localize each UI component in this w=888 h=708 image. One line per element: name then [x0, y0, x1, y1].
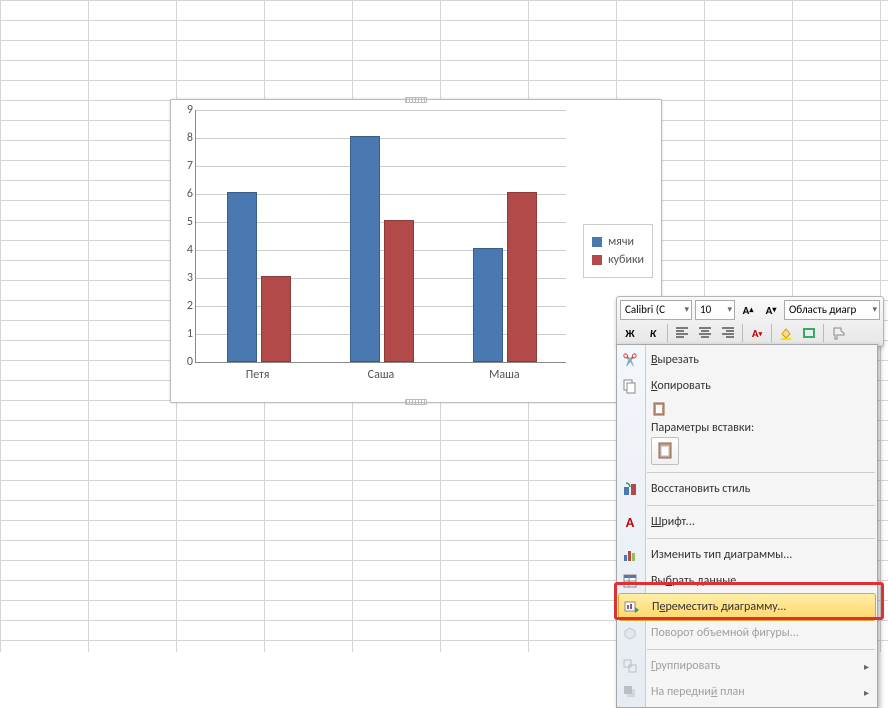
font-color-button[interactable]: A▾	[747, 323, 767, 343]
bold-button[interactable]: Ж	[620, 323, 640, 343]
scissors-icon: ✂️	[621, 351, 639, 369]
font-size-select[interactable]: 10	[695, 300, 735, 320]
menu-3d-rotation: Поворот объемной фигуры...	[617, 620, 877, 646]
menu-label: Группировать	[651, 659, 720, 673]
legend-item[interactable]: кубики	[592, 253, 644, 267]
grow-font-button[interactable]: A▴	[738, 300, 758, 320]
menu-label: Копировать	[651, 379, 711, 393]
menu-copy[interactable]: Копировать	[617, 373, 877, 399]
y-axis-tick: 0	[176, 355, 193, 369]
group-icon	[621, 657, 639, 675]
menu-label: Шрифт...	[651, 515, 695, 529]
chart-object[interactable]: 0123456789ПетяСашаМаша мячи кубики	[170, 99, 662, 403]
rotate-3d-icon	[621, 624, 639, 642]
shrink-font-button[interactable]: A▾	[761, 300, 781, 320]
copy-icon	[621, 377, 639, 395]
context-menu: ✂️ Вырезать document.currentScript.previ…	[616, 344, 878, 708]
align-left-button[interactable]	[672, 323, 692, 343]
mini-toolbar: Calibri (С 10 A▴ A▾ Область диагр Ж К A▾	[616, 296, 884, 347]
menu-bring-to-front: На передний план ▸	[617, 679, 877, 705]
menu-label: Параметры вставки:	[651, 421, 877, 437]
menu-paste-options: Параметры вставки:	[617, 399, 877, 469]
bar[interactable]	[227, 192, 257, 362]
menu-select-data[interactable]: Выбрать данные...	[617, 568, 877, 594]
menu-reset-style[interactable]: Восстановить стиль	[617, 476, 877, 502]
format-painter-button[interactable]	[828, 323, 848, 343]
submenu-arrow-icon: ▸	[864, 686, 869, 699]
italic-button[interactable]: К	[643, 323, 663, 343]
x-axis-label: Петя	[198, 368, 318, 382]
font-icon: А	[621, 513, 639, 531]
chart-type-icon	[621, 546, 639, 564]
align-center-button[interactable]	[695, 323, 715, 343]
y-axis-tick: 5	[176, 215, 193, 229]
clipboard-icon	[651, 407, 667, 421]
submenu-arrow-icon: ▸	[864, 660, 869, 673]
y-axis-tick: 6	[176, 187, 193, 201]
menu-label: На передний план	[651, 685, 745, 699]
select-data-icon	[621, 572, 639, 590]
bar[interactable]	[384, 220, 414, 362]
menu-font[interactable]: А Шрифт...	[617, 509, 877, 535]
x-axis-label: Маша	[444, 368, 564, 382]
outline-button[interactable]	[799, 323, 819, 343]
legend-item[interactable]: мячи	[592, 235, 644, 249]
menu-label: Выбрать данные...	[651, 574, 745, 588]
gridline	[196, 110, 566, 111]
menu-move-chart[interactable]: Переместить диаграмму...	[618, 593, 876, 621]
legend-swatch-icon	[592, 255, 602, 265]
gridline	[196, 166, 566, 167]
bar[interactable]	[261, 276, 291, 362]
legend-label: кубики	[608, 253, 644, 267]
paste-option-button[interactable]	[651, 437, 679, 465]
menu-label: Изменить тип диаграммы...	[651, 548, 792, 562]
gridline	[196, 138, 566, 139]
chart-plot-area[interactable]: 0123456789ПетяСашаМаша	[195, 110, 566, 363]
fill-color-button[interactable]	[776, 323, 796, 343]
menu-label: Восстановить стиль	[651, 482, 750, 496]
legend-swatch-icon	[592, 237, 602, 247]
y-axis-tick: 1	[176, 327, 193, 341]
bar[interactable]	[473, 248, 503, 362]
menu-label: Переместить диаграмму...	[652, 600, 786, 614]
align-right-button[interactable]	[718, 323, 738, 343]
y-axis-tick: 9	[176, 103, 193, 117]
menu-label: Поворот объемной фигуры...	[651, 626, 799, 640]
legend-label: мячи	[608, 235, 634, 249]
y-axis-tick: 7	[176, 159, 193, 173]
chart-element-select[interactable]: Область диагр	[784, 300, 880, 320]
reset-style-icon	[621, 480, 639, 498]
chart-legend[interactable]: мячи кубики	[583, 224, 653, 278]
move-chart-icon	[623, 598, 641, 616]
bring-front-icon	[621, 683, 639, 701]
font-name-select[interactable]: Calibri (С	[620, 300, 692, 320]
menu-group: Группировать ▸	[617, 653, 877, 679]
bar[interactable]	[507, 192, 537, 362]
x-axis-label: Саша	[321, 368, 441, 382]
y-axis-tick: 8	[176, 131, 193, 145]
y-axis-tick: 2	[176, 299, 193, 313]
menu-change-chart-type[interactable]: Изменить тип диаграммы...	[617, 542, 877, 568]
y-axis-tick: 3	[176, 271, 193, 285]
menu-cut[interactable]: ✂️ Вырезать document.currentScript.previ…	[617, 347, 877, 373]
y-axis-tick: 4	[176, 243, 193, 257]
bar[interactable]	[350, 136, 380, 362]
